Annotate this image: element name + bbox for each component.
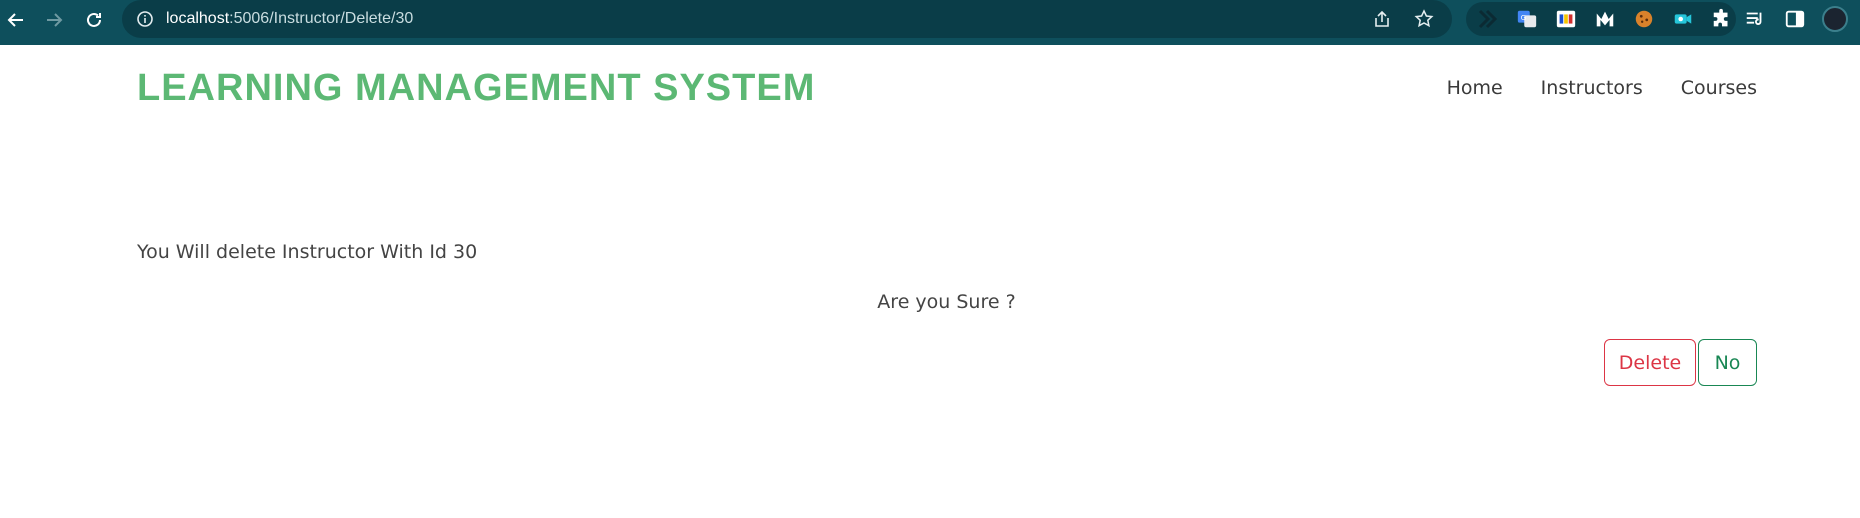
- reading-list-icon[interactable]: [1742, 6, 1768, 32]
- flag-extension-icon[interactable]: [1554, 7, 1578, 31]
- cookie-extension-icon[interactable]: [1632, 7, 1656, 31]
- arrow-right-icon: [47, 13, 63, 27]
- bookmark-star-icon[interactable]: [1414, 9, 1434, 29]
- nav-courses[interactable]: Courses: [1681, 77, 1757, 99]
- site-header: LEARNING MANAGEMENT SYSTEM Home Instruct…: [0, 45, 1860, 135]
- address-bar[interactable]: localhost:5006/Instructor/Delete/30: [122, 0, 1452, 38]
- reload-icon: [87, 12, 101, 27]
- confirm-question: Are you Sure ?: [877, 291, 1016, 313]
- avatar: [1822, 6, 1848, 32]
- site-info-icon[interactable]: [136, 10, 154, 28]
- browser-toolbar: localhost:5006/Instructor/Delete/30 G: [0, 0, 1860, 45]
- url-text[interactable]: localhost:5006/Instructor/Delete/30: [166, 10, 413, 28]
- malwarebytes-extension-icon[interactable]: [1593, 7, 1617, 31]
- url-host: localhost: [166, 10, 230, 27]
- delete-button[interactable]: Delete: [1604, 339, 1696, 386]
- no-button[interactable]: No: [1698, 339, 1757, 386]
- svg-text:G: G: [1521, 13, 1527, 22]
- share-icon[interactable]: [1372, 9, 1392, 29]
- side-panel-icon[interactable]: [1782, 6, 1808, 32]
- reload-button[interactable]: [80, 6, 108, 34]
- delete-message: You Will delete Instructor With Id 30: [137, 241, 478, 263]
- arrow-left-icon: [7, 13, 23, 27]
- camera-extension-icon[interactable]: [1671, 7, 1695, 31]
- profile-avatar[interactable]: [1822, 6, 1848, 32]
- puzzle-extensions-icon[interactable]: [1710, 7, 1734, 31]
- nav-home[interactable]: Home: [1447, 77, 1503, 99]
- confirm-actions: Delete No: [1604, 339, 1757, 386]
- site-brand[interactable]: LEARNING MANAGEMENT SYSTEM: [137, 67, 815, 110]
- back-button[interactable]: [2, 6, 30, 34]
- extension-chevron-icon[interactable]: [1476, 7, 1500, 31]
- url-path: :5006/Instructor/Delete/30: [229, 10, 414, 27]
- translate-extension-icon[interactable]: G: [1515, 7, 1539, 31]
- forward-button[interactable]: [40, 6, 68, 34]
- extensions-bar: G: [1466, 2, 1736, 36]
- nav-instructors[interactable]: Instructors: [1541, 77, 1643, 99]
- main-nav: Home Instructors Courses: [1447, 77, 1757, 99]
